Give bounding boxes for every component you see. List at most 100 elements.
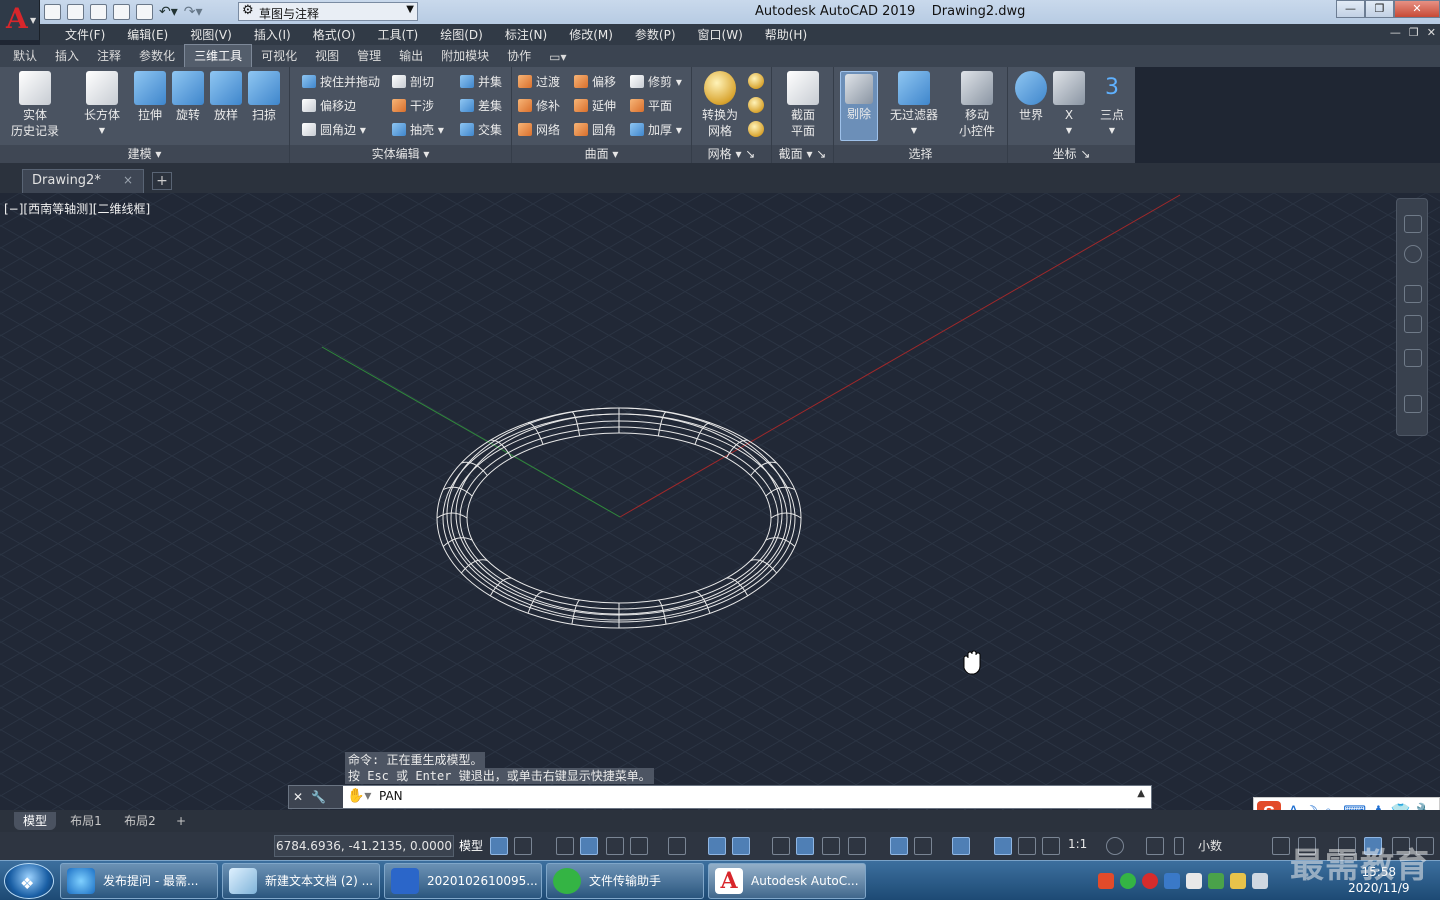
tab-manage[interactable]: 管理 — [348, 45, 390, 67]
fillet-surface-button[interactable]: 圆角 — [574, 120, 616, 140]
mesh-refine-icon[interactable] — [748, 121, 764, 137]
redo-icon[interactable]: ↷▾ — [184, 4, 203, 20]
tab-layout1[interactable]: 布局1 — [64, 812, 108, 830]
interfere-button[interactable]: 干涉 — [392, 96, 434, 116]
box-button[interactable]: 长方体 ▼ — [80, 71, 124, 139]
nvidia-tray-icon[interactable] — [1208, 873, 1224, 889]
close-icon[interactable]: × — [123, 173, 133, 187]
menu-parametric[interactable]: 参数(P) — [624, 26, 687, 43]
ribbon-minimize-button[interactable]: ▭▾ — [540, 48, 575, 67]
new-tab-button[interactable]: + — [152, 172, 172, 190]
panel-title-section[interactable]: 截面 ▾ ↘ — [772, 145, 833, 163]
doc-minimize-icon[interactable]: — — [1390, 26, 1401, 39]
menu-dimension[interactable]: 标注(N) — [494, 26, 558, 43]
x-ucs-button[interactable]: X ▼ — [1052, 71, 1086, 139]
panel-title-modeling[interactable]: 建模 ▾ — [0, 145, 289, 163]
intersect-button[interactable]: 交集 — [460, 120, 502, 140]
network-button[interactable]: 网络 — [518, 120, 560, 140]
sogou-tray-icon[interactable] — [1098, 873, 1114, 889]
gizmo-icon[interactable] — [952, 837, 970, 855]
fillet-edge-button[interactable]: 圆角边 ▾ — [302, 120, 366, 140]
menu-window[interactable]: 窗口(W) — [687, 26, 754, 43]
selection-filter-icon[interactable] — [914, 837, 932, 855]
tab-annotate[interactable]: 注释 — [88, 45, 130, 67]
taskbar-item-autocad[interactable]: A Autodesk AutoC... — [708, 863, 866, 899]
zoom-extents-icon[interactable] — [1404, 315, 1422, 333]
tab-insert[interactable]: 插入 — [46, 45, 88, 67]
planar-button[interactable]: 平面 — [630, 96, 672, 116]
object-snap-icon[interactable] — [732, 837, 750, 855]
3d-object-snap-icon[interactable] — [848, 837, 866, 855]
save-as-icon[interactable] — [113, 4, 130, 20]
wrench-icon[interactable]: 🔧 — [311, 790, 326, 804]
tab-3d-tools[interactable]: 三维工具 — [184, 44, 253, 67]
taskbar-item-wechat[interactable]: 文件传输助手 — [546, 863, 704, 899]
maximize-button[interactable]: ❐ — [1365, 0, 1394, 18]
subtract-button[interactable]: 差集 — [460, 96, 502, 116]
add-layout-button[interactable]: + — [172, 812, 190, 830]
drawing-viewport[interactable]: [−][西南等轴测][二维线框] 命令: 正在重生成模型。 按 Esc 或 En… — [0, 193, 1440, 810]
doc-restore-icon[interactable]: ❐ — [1409, 26, 1419, 39]
doc-close-icon[interactable]: ✕ — [1427, 26, 1436, 39]
menu-format[interactable]: 格式(O) — [302, 26, 367, 43]
mesh-add-icon[interactable] — [748, 73, 764, 89]
command-line[interactable]: ✕ 🔧 ✋▾ PAN ▲ — [288, 785, 1152, 809]
lineweight-icon[interactable] — [772, 837, 790, 855]
menu-help[interactable]: 帮助(H) — [754, 26, 818, 43]
menu-tools[interactable]: 工具(T) — [367, 26, 430, 43]
thicken-button[interactable]: 加厚 ▾ — [630, 120, 682, 140]
weibo-tray-icon[interactable] — [1142, 873, 1158, 889]
application-menu-button[interactable]: A ▼ — [0, 0, 40, 40]
orbit-icon[interactable] — [1404, 349, 1422, 367]
tab-default[interactable]: 默认 — [4, 45, 46, 67]
menu-modify[interactable]: 修改(M) — [558, 26, 624, 43]
infer-constraints-icon[interactable] — [556, 837, 574, 855]
doc-tab-drawing2[interactable]: Drawing2* × — [22, 169, 144, 193]
command-input[interactable]: PAN — [379, 789, 403, 803]
dynamic-ucs-icon[interactable] — [890, 837, 908, 855]
presspull-button[interactable]: 按住并拖动 — [302, 72, 380, 92]
showmotion-icon[interactable] — [1404, 395, 1422, 413]
selection-cycling-icon[interactable] — [822, 837, 840, 855]
shell-button[interactable]: 抽壳 ▾ — [392, 120, 444, 140]
slice-button[interactable]: 剖切 — [392, 72, 434, 92]
close-icon[interactable]: ✕ — [293, 790, 303, 804]
print-icon[interactable] — [136, 4, 153, 20]
taskbar-item-notepad[interactable]: 新建文本文档 (2) ... — [222, 863, 380, 899]
tab-layout2[interactable]: 布局2 — [118, 812, 162, 830]
loft-button[interactable]: 放样 — [208, 71, 244, 123]
model-space-button[interactable]: 模型 — [456, 835, 486, 857]
tab-view[interactable]: 视图 — [306, 45, 348, 67]
solid-history-button[interactable]: 实体 历史记录 — [8, 71, 62, 139]
open-file-icon[interactable] — [67, 4, 84, 20]
extend-button[interactable]: 延伸 — [574, 96, 616, 116]
world-ucs-button[interactable]: 世界 — [1014, 71, 1048, 123]
save-icon[interactable] — [90, 4, 107, 20]
menu-edit[interactable]: 编辑(E) — [116, 26, 179, 43]
mesh-smooth-icon[interactable] — [748, 97, 764, 113]
network-tray-icon[interactable] — [1186, 873, 1202, 889]
close-button[interactable]: ✕ — [1394, 0, 1440, 18]
object-snap-tracking-icon[interactable] — [708, 837, 726, 855]
steering-wheel-icon[interactable] — [1404, 245, 1422, 263]
tab-output[interactable]: 输出 — [390, 45, 432, 67]
tab-visualize[interactable]: 可视化 — [252, 45, 306, 67]
security-tray-icon[interactable] — [1164, 873, 1180, 889]
units-value[interactable]: 小数 — [1198, 837, 1222, 854]
panel-title-mesh[interactable]: 网格 ▾ ↘ — [692, 145, 771, 163]
annotation-scale-value[interactable]: 1:1 — [1068, 837, 1087, 851]
plus-icon[interactable] — [1146, 837, 1164, 855]
menu-draw[interactable]: 绘图(D) — [429, 26, 494, 43]
pan-icon[interactable] — [1404, 285, 1422, 303]
offset-surface-button[interactable]: 偏移 — [574, 72, 616, 92]
workspace-dropdown[interactable]: ⚙ 草图与注释 ▼ — [238, 2, 418, 21]
section-plane-button[interactable]: 截面 平面 — [782, 71, 824, 139]
viewport-controls-label[interactable]: [−][西南等轴测][二维线框] — [4, 200, 150, 217]
patch-button[interactable]: 修补 — [518, 96, 560, 116]
three-point-ucs-button[interactable]: 3 三点 ▼ — [1094, 71, 1130, 139]
extrude-button[interactable]: 拉伸 — [130, 71, 170, 123]
menu-file[interactable]: 文件(F) — [54, 26, 116, 43]
revolve-button[interactable]: 旋转 — [170, 71, 206, 123]
isometric-drafting-icon[interactable] — [668, 837, 686, 855]
tab-collaborate[interactable]: 协作 — [498, 45, 540, 67]
